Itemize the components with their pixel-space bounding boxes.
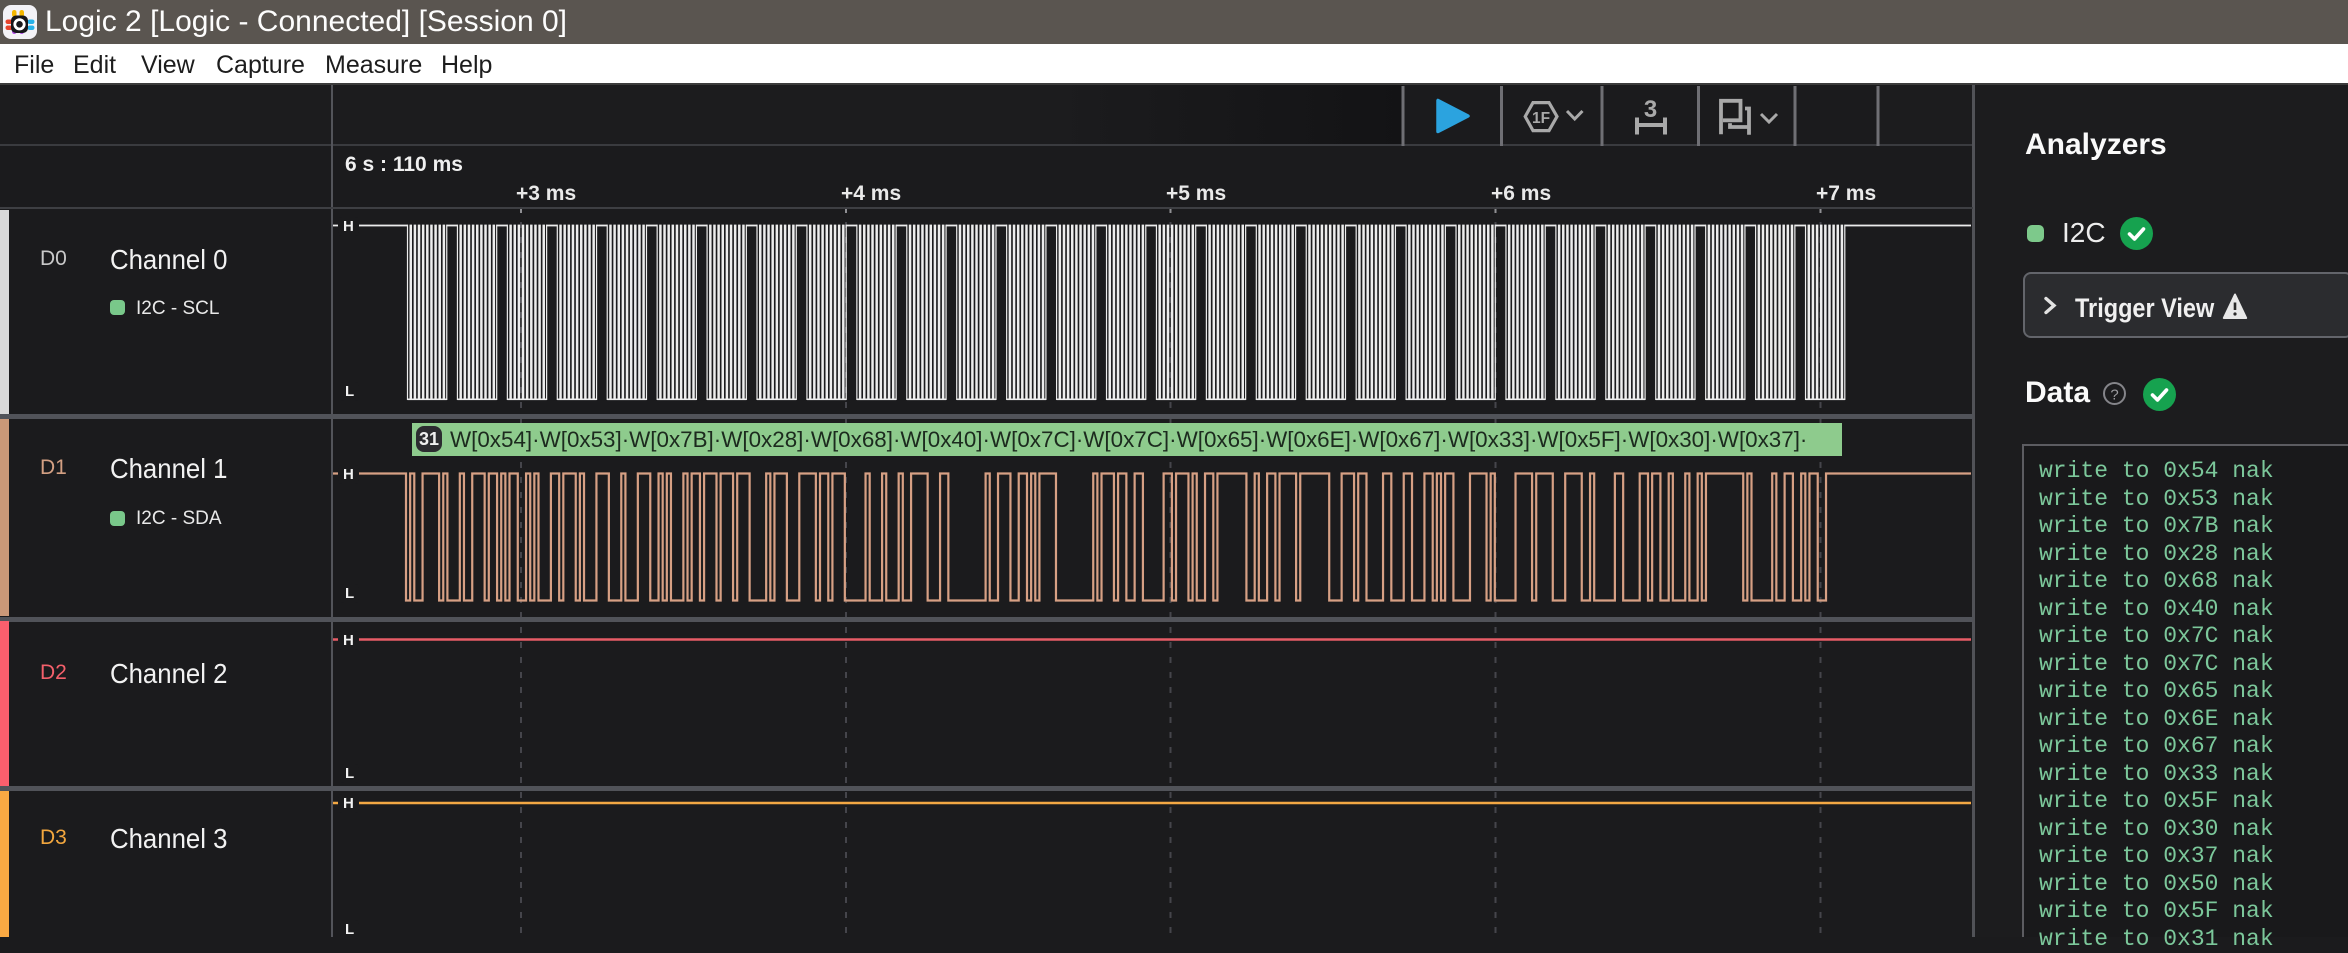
svg-text:3: 3	[1644, 96, 1657, 123]
svg-text:?: ?	[2110, 387, 2118, 404]
svg-text:1F: 1F	[1532, 110, 1550, 127]
